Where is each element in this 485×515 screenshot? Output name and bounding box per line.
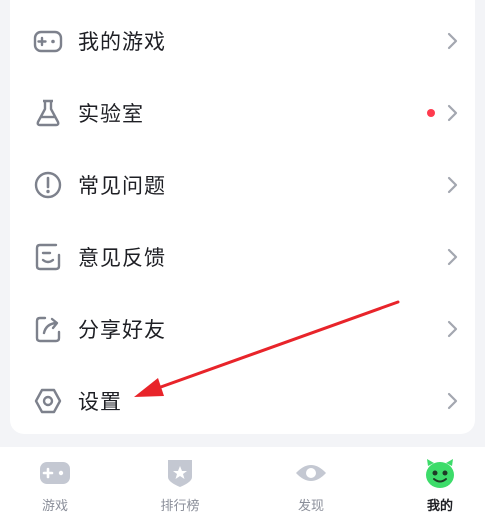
chevron-right-icon <box>447 104 458 122</box>
flask-icon <box>36 99 60 127</box>
menu-item-label: 常见问题 <box>78 174 166 198</box>
tab-discover[interactable]: 发现 <box>256 447 366 515</box>
feedback-note-icon <box>35 243 61 271</box>
menu-item-label: 实验室 <box>78 102 144 126</box>
tab-label: 发现 <box>297 499 324 514</box>
menu-item-settings[interactable]: 设置 <box>10 365 475 437</box>
menu-item-faq[interactable]: 常见问题 <box>10 149 475 221</box>
chevron-right-icon <box>447 248 458 266</box>
menu-item-label: 我的游戏 <box>78 30 166 54</box>
info-circle-icon <box>34 171 62 199</box>
tab-label: 游戏 <box>41 499 68 514</box>
gamepad-tab-icon <box>40 462 70 484</box>
tab-label: 排行榜 <box>160 499 200 514</box>
menu-item-label: 意见反馈 <box>78 246 166 270</box>
chevron-right-icon <box>447 320 458 338</box>
chevron-right-icon <box>447 392 458 410</box>
tab-leaderboard[interactable]: 排行榜 <box>125 447 235 515</box>
menu-item-feedback[interactable]: 意见反馈 <box>10 221 475 293</box>
menu-card: 我的游戏 实验室 常见问题 意见反馈 分享好友 设置 <box>10 0 475 434</box>
gear-icon <box>34 388 62 414</box>
share-icon <box>35 316 61 343</box>
tab-label: 我的 <box>426 499 453 514</box>
menu-item-share[interactable]: 分享好友 <box>10 293 475 365</box>
menu-item-label: 设置 <box>78 390 122 414</box>
menu-item-lab[interactable]: 实验室 <box>10 77 475 149</box>
eye-icon <box>296 465 326 481</box>
bottom-tab-bar: 游戏 排行榜 发现 我的 <box>0 447 485 515</box>
tab-games[interactable]: 游戏 <box>0 447 110 515</box>
monster-avatar-icon <box>426 459 454 488</box>
chevron-right-icon <box>447 176 458 194</box>
chevron-right-icon <box>447 32 458 50</box>
new-badge-dot <box>427 109 435 117</box>
badge-star-icon <box>168 460 192 487</box>
menu-item-my-games[interactable]: 我的游戏 <box>10 5 475 77</box>
tab-mine[interactable]: 我的 <box>385 447 485 515</box>
menu-item-label: 分享好友 <box>78 318 166 342</box>
gamepad-icon <box>33 30 63 53</box>
